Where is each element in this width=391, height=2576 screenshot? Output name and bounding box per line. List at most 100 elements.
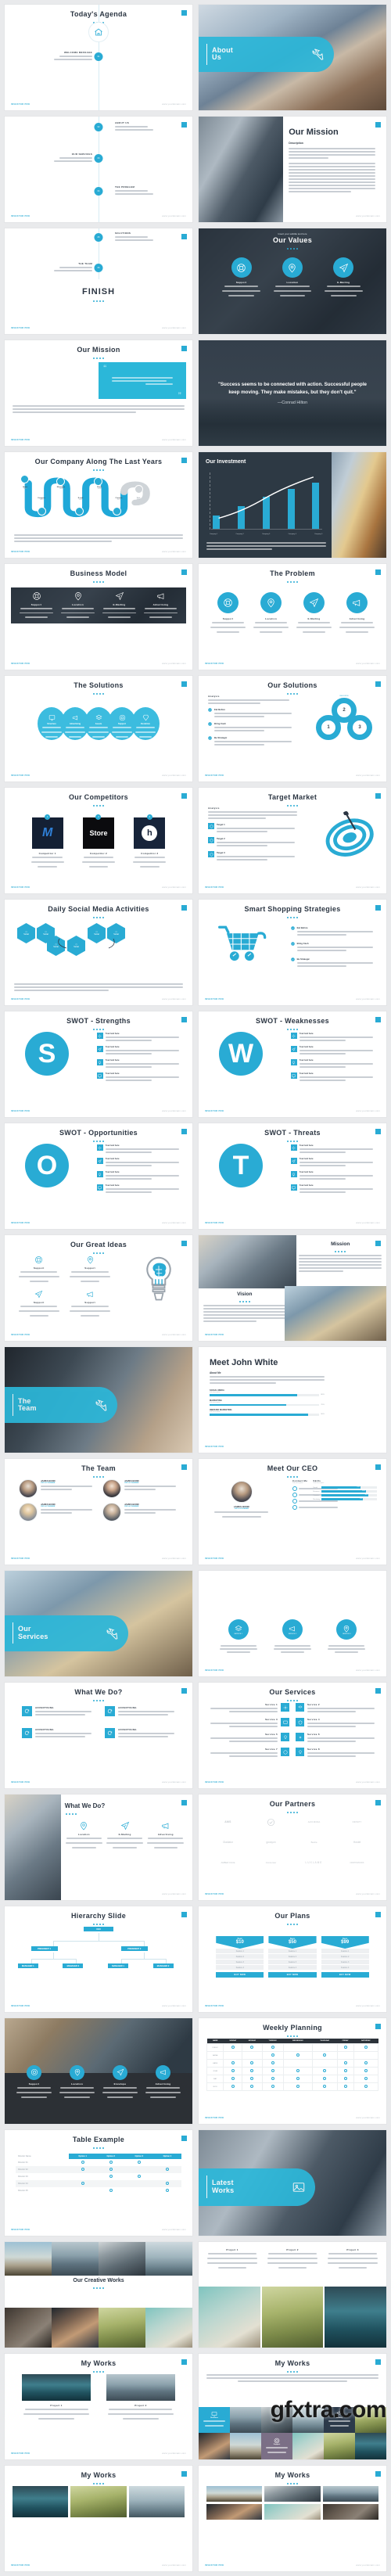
partner-logo[interactable]: Bestia <box>296 1837 332 1848</box>
timeline-node[interactable]: 04 <box>94 187 103 196</box>
mos3aic-tile[interactable]: Solidity <box>324 2406 355 2434</box>
project-image[interactable] <box>261 2286 324 2348</box>
service-row[interactable]: Service 2 <box>296 1703 378 1714</box>
slide-our-investment[interactable]: Our Investment Company 1 Company 2 Compa… <box>199 452 386 558</box>
model-item[interactable]: Location <box>59 591 97 620</box>
team-member[interactable]: JAMES BOND CEO & FOUNDER <box>102 1503 178 1522</box>
partner-logo[interactable]: Hostel <box>339 1837 375 1848</box>
slide-my-works-two[interactable]: My Works Project 1 Project 2 INVESTOR PR… <box>5 2354 192 2459</box>
checklist-item[interactable]: Bring Cash <box>208 722 298 733</box>
value-item[interactable]: E-Mailing <box>322 257 364 298</box>
slide-swot-weaknesses[interactable]: SWOT - Weaknesses W Your text here Your … <box>199 1011 386 1117</box>
timeline-node[interactable]: 03 <box>94 154 103 163</box>
slide-daily-social-media[interactable]: Daily Social Media Activities ⬡ Social ⬡ S… <box>5 900 192 1005</box>
problem-item[interactable]: Advertising <box>339 592 376 634</box>
slide-my-works-mosaic[interactable]: My Works Structure Solidity Support <box>199 2354 386 2459</box>
swot-item[interactable]: Your text here <box>96 1072 183 1083</box>
slide-company-roadmap[interactable]: Our Company Along The Last Years Home 198… <box>5 452 192 558</box>
band-item[interactable]: Location <box>59 2064 96 2100</box>
pricing-plan[interactable]: Basic $50 Feature 1 Feature 2 Feature 3 F… <box>268 1936 317 1978</box>
service-row[interactable]: Service 3 <box>206 1718 289 1729</box>
mosaic-tile[interactable] <box>230 2406 261 2434</box>
org-manager[interactable]: MANAGER 2 <box>152 1963 174 1968</box>
work-image[interactable] <box>206 2504 263 2520</box>
project-item[interactable]: Project 3 <box>327 2248 378 2270</box>
org-ceo[interactable]: CEO <box>84 1927 113 1931</box>
slide-quote[interactable]: "Success seems to be connected with acti… <box>199 340 386 446</box>
competitor-card[interactable]: 2 Store Competitor 2 <box>80 814 117 869</box>
swot-item[interactable]: Your text here <box>96 1033 183 1043</box>
buy-now-button[interactable]: BUY NOW <box>268 1972 317 1978</box>
partner-logo[interactable]: Gladiator <box>210 1837 246 1848</box>
slide-my-works-projects[interactable]: Project 1 Project 2 Project 3 <box>199 2242 386 2348</box>
swot-item[interactable]: Your text here <box>290 1171 377 1181</box>
wwd-item[interactable]: ADVERTISING <box>105 1706 175 1717</box>
table-row[interactable]: Director 05 <box>16 2187 181 2194</box>
org-manager[interactable]: MANAGER 1 <box>108 1963 128 1968</box>
swot-item[interactable]: Your text here <box>96 1144 183 1155</box>
table-row[interactable]: Director 01 <box>16 2159 181 2166</box>
slide-agenda-2[interactable]: 02 ABOUT US 03 OUR SERVICES 04 THE PROBL… <box>5 117 192 222</box>
competitor-card[interactable]: 3 h Competitor 3 <box>131 814 168 869</box>
model-item[interactable]: E-Mailing <box>101 591 138 620</box>
pricing-plan[interactable]: Basic $10 Feature 1 Feature 2 Feature 3 F… <box>216 1936 264 1978</box>
slide-our-great-ideas[interactable]: Our Great Ideas Support Support Support … <box>5 1235 192 1341</box>
wwd-item[interactable]: E-Mailing <box>106 1821 144 1850</box>
table-row[interactable]: Director 02 <box>16 2166 181 2173</box>
project-image[interactable] <box>106 2374 175 2401</box>
table-row[interactable]: HANS <box>206 2059 379 2068</box>
slide-the-team-cover[interactable]: The Team <box>5 1347 192 1453</box>
partner-logo[interactable]: NORTHWOODS <box>339 1857 375 1868</box>
work-image[interactable] <box>322 2504 378 2520</box>
slide-todays-agenda[interactable]: Today's Agenda 01 WELCOME MESSAGE INVEST… <box>5 5 192 110</box>
wwd-item[interactable]: Advertising <box>146 1821 185 1850</box>
partner-logo[interactable] <box>253 1816 289 1827</box>
problem-item[interactable]: Support <box>210 592 247 634</box>
model-item[interactable]: Support <box>18 591 56 620</box>
mosaic-tile[interactable] <box>230 2433 261 2459</box>
work-image[interactable] <box>13 2486 69 2517</box>
team-member[interactable]: JAMES BOND CEO & FOUNDER <box>19 1503 95 1522</box>
work-image[interactable] <box>128 2486 185 2517</box>
table-row[interactable]: JOHN <box>206 2067 379 2075</box>
competitor-card[interactable]: 1 M Competitor 1 <box>29 814 66 869</box>
checklist-item[interactable]: Eat Before <box>208 708 298 719</box>
slide-smart-shopping[interactable]: Smart Shopping Strategies Eat Before Bri… <box>199 900 386 1005</box>
idea-item[interactable]: Support <box>16 1256 62 1284</box>
slide-hierarchy[interactable]: Hierarchy Slide CEO PRESIDENT 1 PRESIDEN… <box>5 1906 192 2012</box>
swot-item[interactable]: Your text here <box>96 1184 183 1195</box>
swot-item[interactable]: Your text here <box>96 1059 183 1069</box>
slide-swot-threats[interactable]: SWOT - Threats T Your text here Your tex… <box>199 1123 386 1229</box>
value-item[interactable]: Location <box>271 257 314 298</box>
slide-what-we-do-photo[interactable]: What We Do? Location E-Mailing Advertisi… <box>5 1795 192 1900</box>
swot-item[interactable]: Your text here <box>290 1144 377 1155</box>
slide-agenda-finish[interactable]: 05 SOLUTIONS 06 THE TEAM FINISH INVESTOR… <box>5 228 192 334</box>
table-row[interactable]: ANNA <box>206 2051 379 2060</box>
slide-our-values[interactable]: Insert your subtitle text here Our Value… <box>199 228 386 334</box>
ring-3[interactable]: 3 <box>347 715 372 740</box>
band-item[interactable]: Envelope <box>102 2064 139 2100</box>
service-row[interactable]: Service 7 <box>206 1748 289 1759</box>
mosaic-tile[interactable] <box>355 2433 386 2459</box>
work-image[interactable] <box>206 2486 263 2502</box>
service-item[interactable]: SERVICE 3 <box>327 1619 366 1654</box>
slide-about-us-cover[interactable]: About Us <box>199 5 386 110</box>
checklist-item[interactable]: Be Strategic <box>290 957 377 968</box>
partner-logo[interactable]: AMBER FACE <box>210 1857 246 1868</box>
slide-mission-vision[interactable]: Mission Vision INVESTOR PRO <box>199 1235 386 1341</box>
gallery-image[interactable] <box>52 2307 99 2348</box>
work-image[interactable] <box>264 2504 321 2520</box>
idea-item[interactable]: Support <box>66 1256 113 1284</box>
pricing-plan[interactable]: Basic $99 Feature 1 Feature 2 Feature 3 F… <box>321 1936 369 1978</box>
timeline-node[interactable]: 05 <box>94 233 103 242</box>
slide-meet-our-ceo[interactable]: Meet Our CEO JAMES BOND CEO & FOUNDER Co… <box>199 1459 386 1565</box>
slide-photo-dark-band[interactable]: Support Location Envelope Advertising <box>5 2018 192 2124</box>
work-image[interactable] <box>264 2486 321 2502</box>
gallery-image[interactable] <box>145 2307 192 2348</box>
buy-now-button[interactable]: BUY NOW <box>216 1972 264 1978</box>
slide-my-works-bottom-right[interactable]: My Works INVESTOR PRO www.yourdomain.com <box>199 2466 386 2571</box>
mosaic-tile[interactable] <box>324 2433 355 2459</box>
team-member[interactable]: JAMES BOND CEO & FOUNDER <box>102 1479 178 1498</box>
idea-item[interactable]: Support <box>66 1290 113 1318</box>
swot-item[interactable]: Your text here <box>96 1171 183 1181</box>
